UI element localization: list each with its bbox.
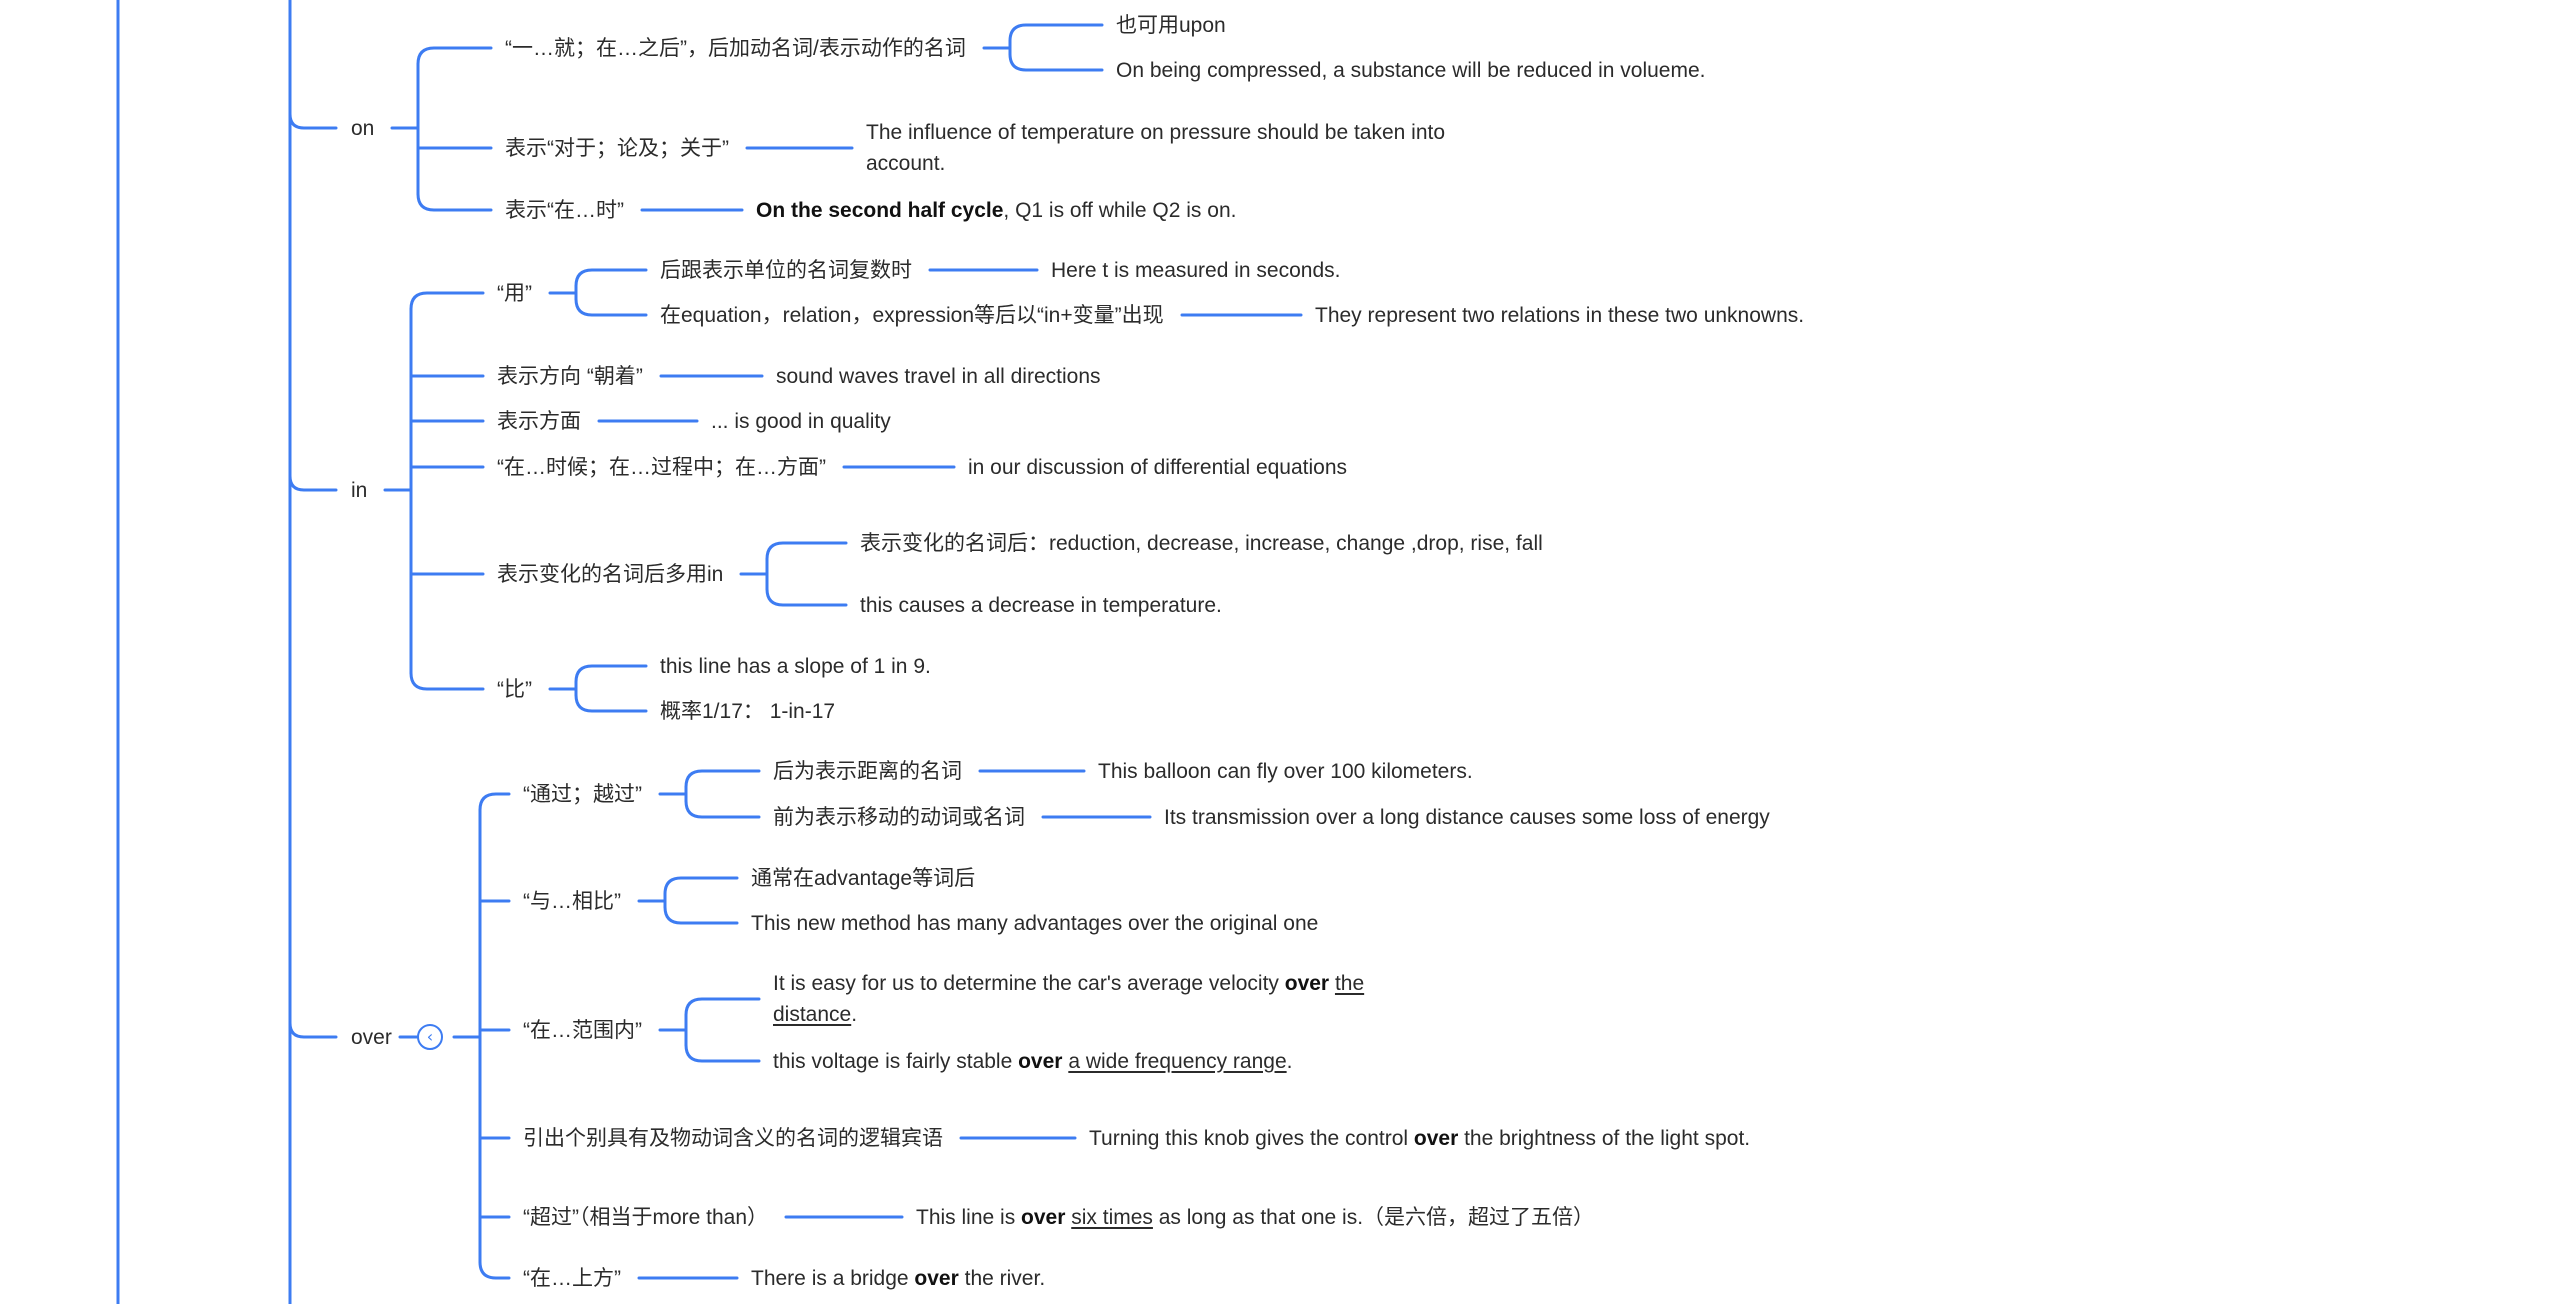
topic-node-in-a1[interactable]: 后跟表示单位的名词复数时 [660, 255, 912, 286]
topic-node-ov-b[interactable]: “与…相比” [523, 886, 621, 917]
topic-node-in-f1[interactable]: this line has a slope of 1 in 9. [660, 651, 931, 682]
topic-node-ov-b1[interactable]: 通常在advantage等词后 [751, 863, 975, 894]
topic-node-ov-a1x[interactable]: This balloon can fly over 100 kilometers… [1098, 756, 1473, 787]
chevron-left-icon: ‹ [426, 1027, 434, 1046]
topic-node-in-f2[interactable]: 概率1/17： 1-in-17 [660, 696, 835, 727]
topic-node-ov-d1[interactable]: Turning this knob gives the control over… [1089, 1123, 1769, 1154]
topic-text-segment: This line is [916, 1205, 1022, 1229]
topic-node-in-b1[interactable]: sound waves travel in all directions [776, 361, 1101, 392]
topic-node-in[interactable]: in [351, 475, 367, 506]
topic-node-on-a2[interactable]: On being compressed, a substance will be… [1116, 55, 1706, 86]
topic-node-in-a2[interactable]: 在equation，relation，expression等后以“in+变量”出… [660, 300, 1164, 331]
topic-node-in-d1[interactable]: in our discussion of differential equati… [968, 452, 1347, 483]
mind-map-canvas: on “一…就；在…之后”，后加动名词/表示动作的名词 也可用upon On bein… [0, 0, 2559, 1304]
topic-text-segment: On the second half cycle [756, 198, 1004, 222]
topic-node-ov-c[interactable]: “在…范围内” [523, 1015, 642, 1046]
topic-node-on-b[interactable]: 表示“对于；论及；关于” [505, 133, 729, 164]
topic-node-in-a1x[interactable]: Here t is measured in seconds. [1051, 255, 1340, 286]
edge-in_f-in_f2 [574, 693, 648, 713]
topic-text-segment: a wide frequency range [1068, 1049, 1287, 1073]
edge-in_e-in_e2 [765, 587, 848, 607]
edge-ov_a-ov_a2 [684, 799, 761, 819]
topic-node-ov-a[interactable]: “通过；越过” [523, 779, 642, 810]
edge-in-in_a [409, 291, 485, 311]
topic-text-segment: , Q1 is off while Q2 is on. [1003, 198, 1237, 222]
topic-text-segment: over [1284, 972, 1330, 995]
topic-node-in-c[interactable]: 表示方面 [497, 406, 581, 437]
topic-node-in-c1[interactable]: ... is good in quality [711, 406, 891, 437]
topic-node-on-b1[interactable]: The influence of temperature on pressure… [866, 117, 1496, 179]
topic-node-on-a1[interactable]: 也可用upon [1116, 10, 1226, 41]
topic-text-segment: the brightness of the light spot. [1458, 1126, 1751, 1150]
edge-ov_c-ov_c1 [684, 997, 761, 1017]
topic-node-ov-f[interactable]: “在…上方” [523, 1263, 621, 1294]
topic-text-segment: . [851, 1003, 858, 1026]
topic-node-ov-f1[interactable]: There is a bridge over the river. [751, 1263, 1045, 1294]
edge-in_f-in_f1 [574, 664, 648, 684]
topic-node-in-a2x[interactable]: They represent two relations in these tw… [1315, 300, 1804, 331]
topic-node-ov-c2[interactable]: this voltage is fairly stable over a wid… [773, 1046, 1292, 1077]
root-branch-over [288, 1021, 338, 1039]
topic-node-ov-a2[interactable]: 前为表示移动的动词或名词 [773, 802, 1025, 833]
topic-node-ov-a1[interactable]: 后为表示距离的名词 [773, 756, 962, 787]
edge-in_a-in_a1 [574, 268, 648, 288]
topic-node-on[interactable]: on [351, 113, 374, 144]
edge-on_a-on_a2 [1008, 52, 1104, 72]
topic-text-segment: over [1018, 1049, 1063, 1073]
topic-text-segment: as long as that one is.（是六倍，超过了五倍） [1152, 1205, 1595, 1229]
edge-over-ov_a [478, 792, 511, 812]
topic-node-ov-c1[interactable]: It is easy for us to determine the car's… [773, 968, 1413, 1030]
topic-text-segment: over [914, 1266, 959, 1290]
edge-on_a-on_a1 [1008, 23, 1104, 43]
topic-text-segment: this voltage is fairly stable [773, 1049, 1019, 1073]
topic-node-in-e[interactable]: 表示变化的名词后多用in [497, 559, 723, 590]
edge-ov_a-ov_a1 [684, 769, 761, 789]
topic-node-in-b[interactable]: 表示方向 “朝着” [497, 361, 643, 392]
edge-in-in_f [409, 671, 485, 691]
topic-node-over[interactable]: over [351, 1022, 392, 1053]
connector-lines [116, 0, 1303, 1304]
topic-text-segment: six times [1071, 1205, 1153, 1229]
topic-node-in-e1[interactable]: 表示变化的名词后：reduction, decrease, increase, … [860, 528, 1570, 559]
topic-text-segment: over [1413, 1126, 1459, 1150]
topic-node-ov-e1[interactable]: This line is over six times as long as t… [916, 1202, 1596, 1233]
topic-node-ov-a2x[interactable]: Its transmission over a long distance ca… [1164, 802, 1770, 833]
topic-node-in-d[interactable]: “在…时候；在…过程中；在…方面” [497, 452, 826, 483]
topic-text-segment: There is a bridge [751, 1266, 915, 1290]
edge-ov_b-ov_b2 [663, 905, 739, 925]
topic-text-segment: over [1021, 1205, 1066, 1229]
topic-text-segment: Turning this knob gives the control [1089, 1126, 1414, 1150]
edge-ov_b-ov_b1 [663, 876, 739, 896]
collapse-toggle-over[interactable]: ‹ [417, 1024, 443, 1050]
edge-ov_c-ov_c2 [684, 1043, 761, 1063]
topic-node-in-e2[interactable]: this causes a decrease in temperature. [860, 590, 1222, 621]
topic-node-ov-d[interactable]: 引出个别具有及物动词含义的名词的逻辑宾语 [523, 1123, 943, 1154]
topic-node-in-a[interactable]: “用” [497, 278, 532, 309]
edge-over-ov_f [478, 1260, 511, 1280]
topic-node-on-c[interactable]: 表示“在…时” [505, 195, 624, 226]
root-branch-on [288, 112, 338, 130]
edge-on-on_a [416, 46, 493, 66]
topic-text-segment: the river. [958, 1266, 1046, 1290]
topic-text-segment: It is easy for us to determine the car's… [773, 972, 1285, 995]
topic-node-in-f[interactable]: “比” [497, 674, 532, 705]
topic-node-on-c1[interactable]: On the second half cycle, Q1 is off whil… [756, 195, 1236, 226]
topic-node-ov-b2[interactable]: This new method has many advantages over… [751, 908, 1318, 939]
edge-in_a-in_a2 [574, 297, 648, 317]
edge-on-on_c [416, 192, 493, 212]
edge-in_e-in_e1 [765, 541, 848, 561]
topic-node-on-a[interactable]: “一…就；在…之后”，后加动名词/表示动作的名词 [505, 33, 966, 64]
topic-node-ov-e[interactable]: “超过”（相当于more than） [523, 1202, 768, 1233]
root-branch-in [288, 474, 338, 492]
topic-text-segment: . [1286, 1049, 1293, 1073]
